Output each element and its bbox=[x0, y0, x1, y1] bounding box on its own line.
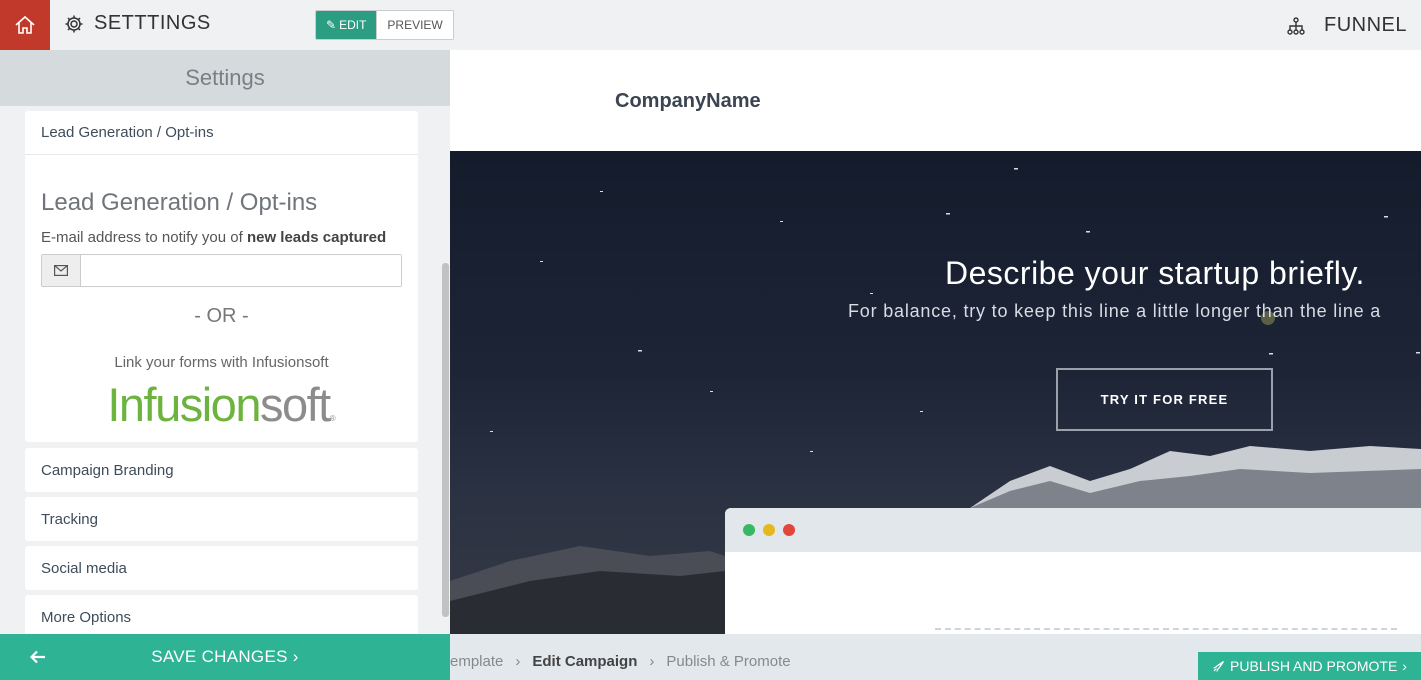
preview-label: PREVIEW bbox=[387, 18, 443, 32]
placeholder-dashed-line bbox=[935, 628, 1397, 630]
save-changes-button[interactable]: SAVE CHANGES › bbox=[76, 647, 450, 667]
notify-email-input[interactable] bbox=[81, 255, 401, 286]
infusionsoft-link-text: Link your forms with Infusionsoft bbox=[114, 354, 329, 371]
hero-headline[interactable]: Describe your startup briefly. bbox=[945, 255, 1365, 292]
home-icon bbox=[15, 15, 35, 34]
gear-icon bbox=[65, 15, 83, 32]
panel-tracking[interactable]: Tracking bbox=[25, 497, 418, 541]
lead-generation-panel: Lead Generation / Opt-ins Lead Generatio… bbox=[25, 111, 418, 442]
panel-more-options[interactable]: More Options bbox=[25, 595, 418, 634]
edit-label: EDIT bbox=[339, 18, 367, 32]
email-label-text: E-mail address to notify you of bbox=[41, 229, 247, 246]
hero-section: Describe your startup briefly. For balan… bbox=[450, 151, 1421, 634]
publish-and-promote-button[interactable]: PUBLISH AND PROMOTE › bbox=[1198, 652, 1421, 680]
publish-label: PUBLISH AND PROMOTE bbox=[1230, 658, 1398, 674]
dot-green-icon bbox=[743, 524, 755, 536]
sidebar-scrollbar[interactable] bbox=[442, 263, 449, 617]
crumb-template[interactable]: emplate bbox=[450, 653, 503, 670]
funnel-label: FUNNEL bbox=[1323, 14, 1407, 36]
crumb-publish-promote[interactable]: Publish & Promote bbox=[666, 653, 790, 670]
settings-title: SETTTINGS bbox=[64, 12, 211, 35]
browser-mockup bbox=[725, 508, 1421, 634]
browser-titlebar bbox=[725, 508, 1421, 552]
edit-button[interactable]: ✎ EDIT bbox=[316, 11, 377, 39]
arrow-left-icon bbox=[30, 650, 45, 664]
sitemap-icon bbox=[1287, 16, 1305, 35]
page-preview: CompanyName Describe your startup briefl… bbox=[450, 50, 1421, 634]
email-label: E-mail address to notify you of new lead… bbox=[41, 229, 402, 246]
email-input-group bbox=[41, 254, 402, 287]
lead-generation-panel-header[interactable]: Lead Generation / Opt-ins bbox=[25, 111, 418, 155]
lead-generation-heading: Lead Generation / Opt-ins bbox=[41, 189, 318, 216]
top-bar: SETTTINGS ✎ EDIT PREVIEW FUNNEL bbox=[0, 0, 1421, 50]
email-label-bold: new leads captured bbox=[246, 229, 387, 246]
chevron-right-icon: › bbox=[1402, 658, 1407, 674]
sidebar-title: Settings bbox=[0, 50, 450, 106]
hero-subline[interactable]: For balance, try to keep this line a lit… bbox=[848, 301, 1381, 322]
edit-preview-toggle: ✎ EDIT PREVIEW bbox=[315, 10, 454, 40]
infusionsoft-logo[interactable]: Infusionsoft® bbox=[41, 381, 402, 428]
chevron-right-icon: › bbox=[292, 647, 299, 666]
company-name[interactable]: CompanyName bbox=[615, 90, 761, 113]
pencil-icon: ✎ bbox=[326, 18, 337, 32]
settings-sidebar: Settings Lead Generation / Opt-ins Lead … bbox=[0, 50, 450, 634]
settings-title-label: SETTTINGS bbox=[94, 12, 211, 34]
crumb-edit-campaign[interactable]: Edit Campaign bbox=[532, 653, 637, 670]
envelope-icon bbox=[54, 265, 68, 276]
or-separator: - OR - bbox=[194, 305, 249, 327]
chevron-right-icon: › bbox=[649, 653, 655, 670]
back-button[interactable] bbox=[0, 650, 76, 664]
try-it-free-button[interactable]: TRY IT FOR FREE bbox=[1056, 368, 1273, 431]
preview-button[interactable]: PREVIEW bbox=[376, 11, 453, 39]
funnel-button[interactable]: FUNNEL bbox=[1286, 14, 1407, 37]
envelope-addon bbox=[42, 255, 81, 286]
breadcrumb: emplate › Edit Campaign › Publish & Prom… bbox=[450, 653, 791, 670]
logo-registered-mark: ® bbox=[329, 414, 336, 423]
chevron-right-icon: › bbox=[515, 653, 521, 670]
logo-part-soft: soft bbox=[259, 378, 331, 431]
bottom-bar: emplate › Edit Campaign › Publish & Prom… bbox=[450, 634, 1421, 680]
dot-yellow-icon bbox=[763, 524, 775, 536]
save-bar: SAVE CHANGES › bbox=[0, 634, 450, 680]
dot-red-icon bbox=[783, 524, 795, 536]
panel-social-media[interactable]: Social media bbox=[25, 546, 418, 590]
logo-part-infusion: Infusion bbox=[107, 378, 261, 431]
rocket-icon bbox=[1213, 660, 1225, 672]
home-button[interactable] bbox=[0, 0, 50, 50]
save-changes-label: SAVE CHANGES bbox=[151, 647, 288, 666]
panel-campaign-branding[interactable]: Campaign Branding bbox=[25, 448, 418, 492]
